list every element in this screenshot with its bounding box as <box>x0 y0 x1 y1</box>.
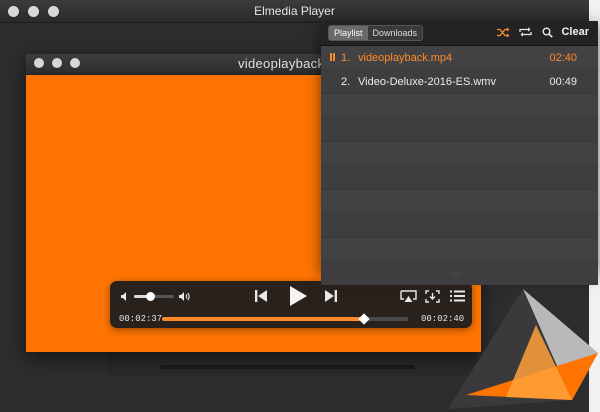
playlist-toolbar <box>497 25 554 39</box>
repeat-icon[interactable] <box>519 25 532 39</box>
volume-slider[interactable] <box>134 291 174 301</box>
playlist-item-number: 1. <box>341 51 351 64</box>
playlist-empty-row <box>321 142 598 166</box>
now-playing-icon <box>330 53 335 61</box>
background-progress-track <box>160 365 415 369</box>
playback-controls: 00:02:37 00:02:40 <box>110 281 472 328</box>
playlist-item[interactable]: 1. videoplayback.mp4 02:40 <box>321 46 598 70</box>
airplay-button[interactable] <box>399 289 417 303</box>
playlist-item-duration: 02:40 <box>549 51 577 64</box>
playlist-empty-row <box>321 190 598 214</box>
seek-bar-knob[interactable] <box>358 313 370 325</box>
video-minimize-button[interactable] <box>52 58 62 68</box>
playlist-item-name: videoplayback.mp4 <box>358 51 453 64</box>
video-close-button[interactable] <box>34 58 44 68</box>
clear-button[interactable]: Clear <box>561 26 589 38</box>
seek-bar-fill <box>162 317 364 321</box>
playlist-tabs: Playlist Downloads <box>328 25 424 41</box>
airplay-icon <box>399 289 417 302</box>
playlist-item-duration: 00:49 <box>549 75 577 88</box>
background-control-bar <box>108 352 478 376</box>
video-zoom-button[interactable] <box>70 58 80 68</box>
volume-low-icon[interactable] <box>119 290 131 302</box>
main-window-title: Elmedia Player <box>254 4 335 18</box>
playlist-item-number: 2. <box>341 75 351 88</box>
playlist-empty-row <box>321 118 598 142</box>
playlist-empty-row <box>321 94 598 118</box>
shuffle-icon[interactable] <box>497 25 510 39</box>
tab-playlist[interactable]: Playlist <box>329 26 368 40</box>
playlist-popover-arrow <box>449 272 463 280</box>
playlist-header: Playlist Downloads Clear <box>321 21 598 46</box>
next-button[interactable] <box>322 287 338 305</box>
video-window-controls <box>34 58 80 68</box>
playlist-panel: Playlist Downloads Clear 1. videoplaybac… <box>321 21 598 285</box>
volume-high-icon[interactable] <box>177 290 191 302</box>
elmedia-logo-icon <box>448 289 598 409</box>
playlist-empty-row <box>321 238 598 262</box>
play-button[interactable] <box>287 284 309 308</box>
playlist-list: 1. videoplayback.mp4 02:40 2. Video-Delu… <box>321 46 598 285</box>
pip-icon <box>424 289 440 303</box>
tab-downloads[interactable]: Downloads <box>367 26 423 40</box>
play-icon <box>290 286 307 306</box>
next-icon <box>324 290 337 302</box>
volume-slider-knob[interactable] <box>146 292 155 301</box>
playlist-item-name: Video-Deluxe-2016-ES.wmv <box>358 75 496 88</box>
playlist-empty-row <box>321 214 598 238</box>
main-titlebar[interactable]: Elmedia Player <box>0 0 589 23</box>
playlist-item[interactable]: 2. Video-Deluxe-2016-ES.wmv 00:49 <box>321 70 598 94</box>
elapsed-time: 00:02:37 <box>119 314 163 324</box>
seek-bar[interactable] <box>162 313 408 325</box>
playlist-empty-row <box>321 166 598 190</box>
previous-button[interactable] <box>253 287 269 305</box>
previous-icon <box>254 290 267 302</box>
search-icon[interactable] <box>541 25 554 39</box>
pip-button[interactable] <box>424 289 440 303</box>
